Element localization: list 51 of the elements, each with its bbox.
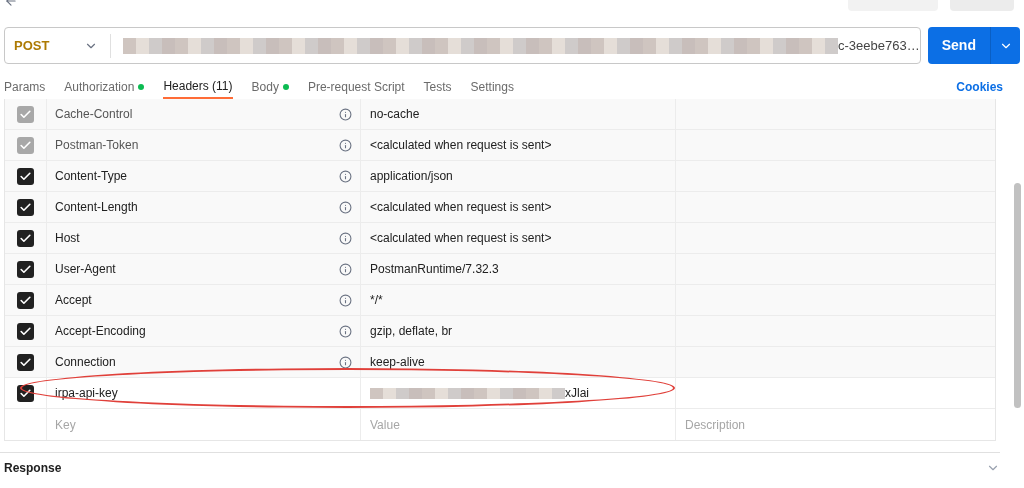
header-value: keep-alive: [370, 354, 425, 371]
check-icon: [19, 324, 32, 338]
header-key: Host: [55, 229, 80, 247]
check-icon: [19, 293, 32, 307]
checkbox[interactable]: [17, 260, 34, 278]
check-icon: [19, 169, 32, 183]
tab[interactable]: Pre-request Script: [307, 75, 405, 99]
header-key: Postman-Token: [55, 136, 139, 154]
cookies-link[interactable]: Cookies: [956, 78, 1003, 96]
scrollbar-thumb[interactable]: [1014, 183, 1021, 408]
tab[interactable]: Authorization: [64, 75, 145, 99]
header-key: User-Agent: [55, 260, 116, 278]
checkbox[interactable]: [17, 198, 34, 216]
check-icon: [19, 138, 32, 152]
header-value: no-cache: [370, 106, 420, 123]
check-icon: [19, 107, 32, 121]
response-title: Response: [4, 459, 62, 477]
header-key: Accept: [55, 291, 92, 309]
header-key: Connection: [55, 353, 116, 371]
header-value: xJlai: [565, 385, 589, 402]
checkbox[interactable]: [17, 291, 34, 309]
header-value: <calculated when request is sent>: [370, 230, 552, 247]
check-icon: [19, 355, 32, 369]
tab[interactable]: Tests: [423, 75, 452, 99]
checkbox[interactable]: [17, 322, 34, 340]
header-value: application/json: [370, 168, 453, 185]
method-label: POST: [14, 36, 50, 55]
header-value: gzip, deflate, br: [370, 323, 453, 340]
check-icon: [19, 262, 32, 276]
url-bar[interactable]: POST c-3eebe763…: [4, 27, 921, 64]
send-button[interactable]: Send: [927, 27, 1020, 64]
header-value: <calculated when request is sent>: [370, 199, 552, 216]
checkbox[interactable]: [17, 384, 34, 402]
header-value: <calculated when request is sent>: [370, 137, 552, 154]
header-key: Cache-Control: [55, 105, 133, 123]
url-text: c-3eebe763…: [838, 36, 920, 55]
header-key: Content-Type: [55, 167, 128, 185]
check-icon: [19, 231, 32, 245]
header-key: Content-Length: [55, 198, 138, 216]
tab[interactable]: Body: [251, 75, 289, 99]
checkbox[interactable]: [17, 167, 34, 185]
header-key: irpa-api-key: [55, 384, 118, 402]
header-value: PostmanRuntime/7.32.3: [370, 261, 499, 278]
check-icon: [19, 386, 32, 400]
tab[interactable]: Params: [4, 75, 46, 99]
check-icon: [19, 200, 32, 214]
checkbox[interactable]: [17, 353, 34, 371]
header-value: */*: [370, 292, 383, 309]
checkbox[interactable]: [17, 229, 34, 247]
tab[interactable]: Settings: [470, 75, 514, 99]
header-key: Accept-Encoding: [55, 322, 146, 340]
